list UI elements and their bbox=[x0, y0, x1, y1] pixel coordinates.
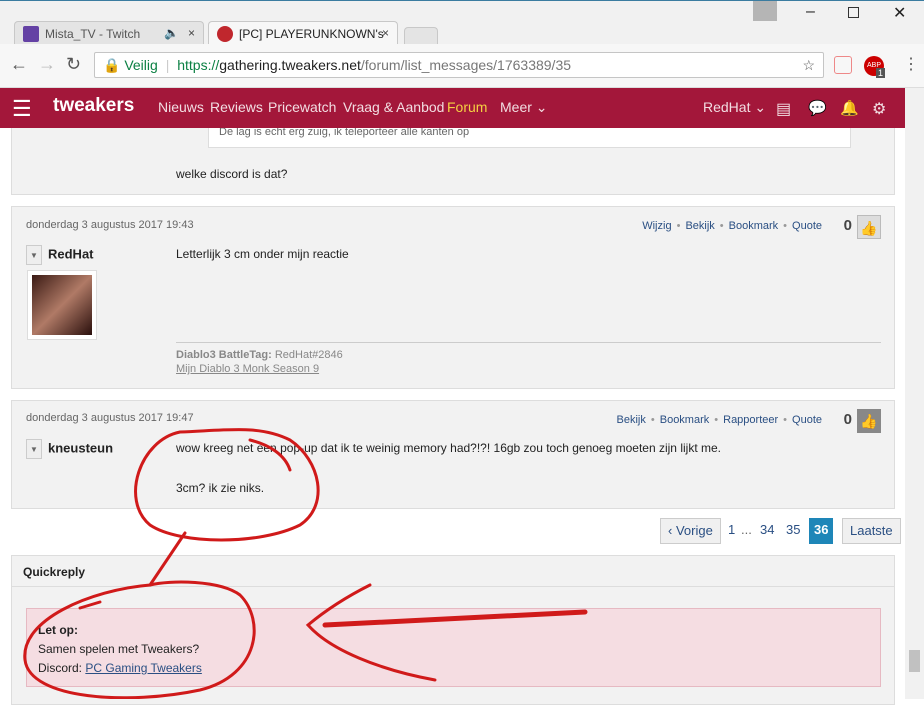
nav-news[interactable]: Nieuws bbox=[158, 99, 204, 115]
quote-link[interactable]: Quote bbox=[792, 414, 822, 426]
nav-more[interactable]: Meer ⌄ bbox=[500, 99, 548, 116]
score: 0 bbox=[843, 217, 852, 234]
maximize-button[interactable] bbox=[848, 7, 859, 18]
discord-link[interactable]: PC Gaming Tweakers bbox=[85, 661, 202, 675]
scrollbar-thumb[interactable] bbox=[909, 650, 920, 672]
close-tab-icon[interactable]: × bbox=[382, 26, 389, 40]
post: donderdag 3 augustus 2017 19:47 Bekijk • B… bbox=[11, 400, 895, 509]
nav-reviews[interactable]: Reviews bbox=[210, 99, 263, 115]
thumbs-up-icon[interactable]: 👍 bbox=[857, 215, 881, 239]
twitch-icon bbox=[23, 26, 39, 42]
signature-divider bbox=[176, 342, 881, 343]
site-nav: ☰ tweakers Nieuws Reviews Pricewatch Vra… bbox=[0, 88, 905, 128]
forward-icon[interactable]: → bbox=[38, 54, 56, 75]
post-actions: Wijzig • Bekijk • Bookmark • Quote bbox=[642, 220, 822, 232]
tab-pubg[interactable]: [PC] PLAYERUNKNOWN's × bbox=[208, 21, 398, 46]
url-input[interactable]: 🔒 Veilig | https://gathering.tweakers.ne… bbox=[94, 52, 824, 78]
close-window-button[interactable]: ✕ bbox=[893, 3, 906, 23]
avatar bbox=[27, 270, 97, 340]
nav-vraag-aanbod[interactable]: Vraag & Aanbod bbox=[343, 99, 444, 115]
tab-twitch[interactable]: Mista_TV - Twitch 🔈 × bbox=[14, 21, 204, 46]
post-actions: Bekijk • Bookmark • Rapporteer • Quote bbox=[616, 414, 822, 426]
view-link[interactable]: Bekijk bbox=[617, 414, 646, 426]
post: De lag is echt erg zuig, ik teleporteer … bbox=[11, 118, 895, 195]
username[interactable]: ▼ RedHat bbox=[26, 245, 94, 265]
caret-down-icon[interactable]: ▼ bbox=[26, 439, 42, 459]
tweakers-favicon-icon bbox=[217, 26, 233, 42]
page-link[interactable]: 34 bbox=[760, 518, 774, 544]
scrollbar[interactable] bbox=[905, 88, 924, 699]
menu-icon[interactable]: ⋮ bbox=[903, 54, 919, 74]
report-link[interactable]: Rapporteer bbox=[723, 414, 778, 426]
new-tab-button[interactable] bbox=[404, 27, 438, 45]
tab-bar: Mista_TV - Twitch 🔈 × [PC] PLAYERUNKNOWN… bbox=[0, 0, 924, 46]
thumbs-up-icon[interactable]: 👍 bbox=[857, 409, 881, 433]
bell-icon[interactable]: 🔔 bbox=[840, 99, 859, 117]
signature: Diablo3 BattleTag: RedHat#2846 bbox=[176, 349, 343, 361]
chat-icon[interactable]: 💬 bbox=[808, 99, 827, 117]
profile-icon[interactable] bbox=[753, 1, 777, 21]
prev-page-button[interactable]: ‹ Vorige bbox=[660, 518, 721, 544]
bookmark-link[interactable]: Bookmark bbox=[729, 220, 779, 232]
speaker-icon[interactable]: 🔈 bbox=[164, 26, 179, 40]
signature-link[interactable]: Mijn Diablo 3 Monk Season 9 bbox=[176, 363, 319, 375]
bookmark-link[interactable]: Bookmark bbox=[660, 414, 710, 426]
caret-down-icon[interactable]: ▼ bbox=[26, 245, 42, 265]
star-icon[interactable]: ☆ bbox=[802, 53, 815, 77]
user-menu[interactable]: RedHat ⌄ bbox=[703, 99, 766, 116]
reload-icon[interactable]: ↻ bbox=[66, 54, 81, 75]
current-page: 36 bbox=[809, 518, 834, 544]
quickreply-panel: Quickreply Let op: Samen spelen met Twea… bbox=[11, 555, 895, 705]
extension-icon[interactable] bbox=[834, 56, 852, 74]
minimize-button[interactable]: – bbox=[806, 3, 815, 21]
post: donderdag 3 augustus 2017 19:43 Wijzig • B… bbox=[11, 206, 895, 389]
back-icon[interactable]: ← bbox=[10, 54, 28, 75]
nav-forum[interactable]: Forum bbox=[447, 99, 487, 115]
nav-pricewatch[interactable]: Pricewatch bbox=[268, 99, 336, 115]
page-link[interactable]: 35 bbox=[786, 518, 800, 544]
username[interactable]: ▼ kneusteun bbox=[26, 439, 113, 459]
notice-box: Let op: Samen spelen met Tweakers? Disco… bbox=[26, 608, 881, 687]
settings-icon[interactable]: ⚙ bbox=[872, 99, 886, 119]
address-bar: ← → ↻ 🔒 Veilig | https://gathering.tweak… bbox=[0, 44, 924, 88]
quote-link[interactable]: Quote bbox=[792, 220, 822, 232]
list-icon[interactable]: ▤ bbox=[776, 99, 791, 119]
logo[interactable]: tweakers bbox=[53, 95, 134, 117]
score: 0 bbox=[843, 411, 852, 428]
view-link[interactable]: Bekijk bbox=[685, 220, 714, 232]
lock-icon: 🔒 bbox=[103, 57, 121, 73]
edit-link[interactable]: Wijzig bbox=[642, 220, 671, 232]
hamburger-icon[interactable]: ☰ bbox=[12, 96, 32, 122]
last-page-button[interactable]: Laatste bbox=[842, 518, 901, 544]
page-link[interactable]: 1 bbox=[728, 518, 735, 544]
close-tab-icon[interactable]: × bbox=[188, 26, 195, 40]
